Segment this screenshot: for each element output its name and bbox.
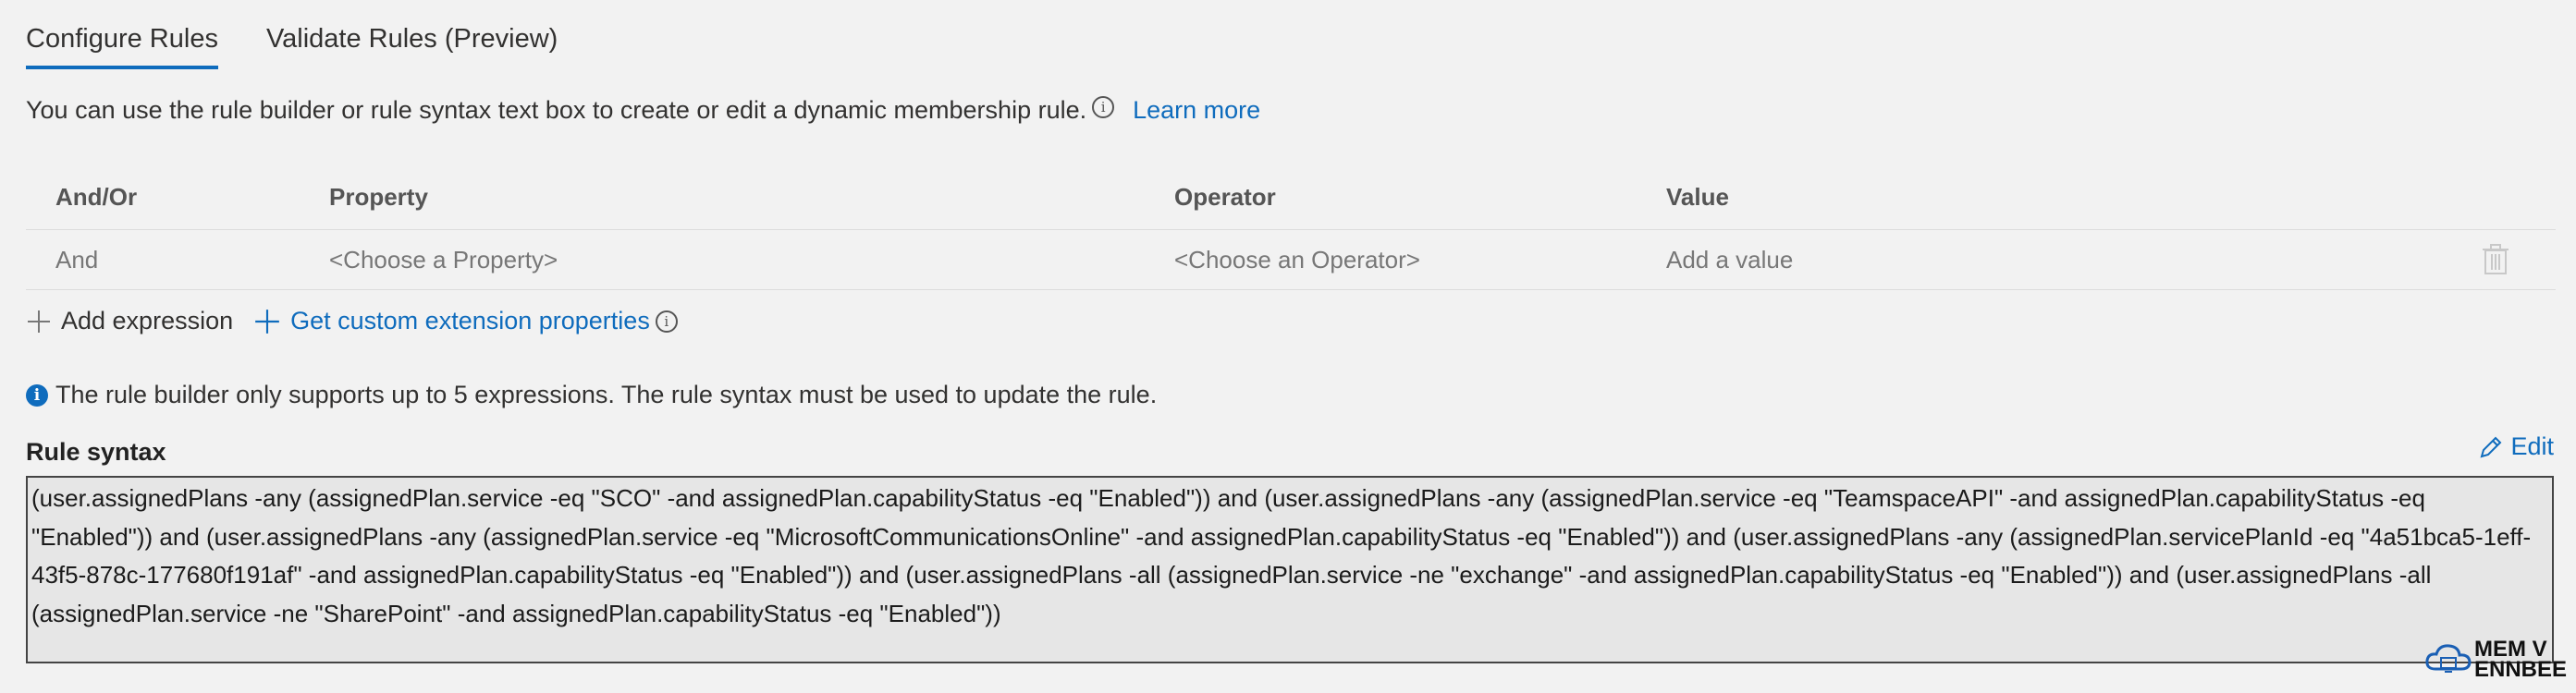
intro-text-row: You can use the rule builder or rule syn… [26,96,1260,125]
info-filled-icon: i [26,383,48,407]
actions-row: Add expression Get custom extension prop… [26,307,678,335]
header-value: Value [1666,182,1729,211]
rule-builder-grid: And/Or Property Operator Value And <Choo… [26,164,2556,290]
learn-more-link[interactable]: Learn more [1133,96,1260,125]
edit-label: Edit [2510,432,2554,460]
watermark-line2: ENNBEE [2474,657,2568,682]
custom-extension-label: Get custom extension properties [290,307,650,334]
rule-syntax-textbox[interactable]: (user.assignedPlans -any (assignedPlan.s… [26,476,2554,663]
tab-configure-rules[interactable]: Configure Rules [26,20,218,69]
header-property: Property [329,182,428,211]
andor-select[interactable]: And [26,246,301,274]
operator-select[interactable]: <Choose an Operator> [1174,246,1666,274]
grid-header-row: And/Or Property Operator Value [26,164,2556,230]
header-andor: And/Or [55,182,138,211]
add-expression-button[interactable]: Add expression [26,307,233,335]
plus-icon [255,309,279,334]
info-icon[interactable]: i [655,310,678,333]
watermark-logo: MEM V ENNBEE [2424,638,2568,682]
expression-row: And <Choose a Property> <Choose an Opera… [26,230,2556,290]
tab-validate-rules[interactable]: Validate Rules (Preview) [266,20,558,69]
intro-text: You can use the rule builder or rule syn… [26,96,1087,124]
tab-bar: Configure Rules Validate Rules (Preview) [26,20,558,69]
property-select[interactable]: <Choose a Property> [301,246,1174,274]
cloud-logo-icon [2425,644,2472,673]
plus-icon [28,310,50,333]
custom-extension-button[interactable]: Get custom extension properties i [253,307,678,335]
pencil-icon [2481,436,2502,457]
rule-syntax-label: Rule syntax [26,438,166,466]
info-icon[interactable]: i [1092,96,1115,118]
value-input[interactable]: Add a value [1666,246,2482,274]
expression-limit-notice: i The rule builder only supports up to 5… [26,381,1157,409]
trash-icon[interactable] [2482,244,2509,275]
header-operator: Operator [1174,182,1276,211]
add-expression-label: Add expression [61,307,234,334]
edit-button[interactable]: Edit [2479,432,2554,461]
notice-text: The rule builder only supports up to 5 e… [55,381,1158,408]
